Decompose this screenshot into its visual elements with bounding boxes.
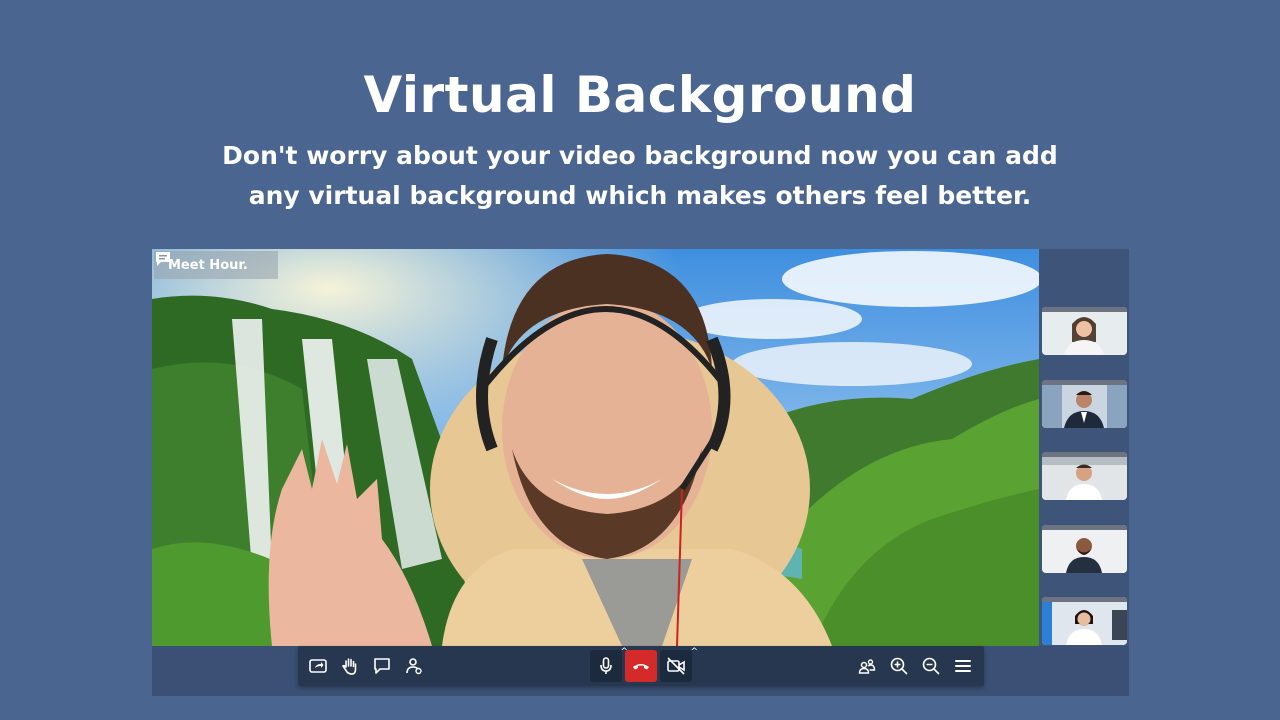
- meeting-window: Meet Hour. ^: [152, 249, 1129, 696]
- watermark-label: Meet Hour.: [168, 257, 248, 273]
- participant-avatar: [1042, 385, 1127, 428]
- camera-button[interactable]: ^: [660, 647, 698, 682]
- zoom-in-icon: [890, 657, 908, 675]
- zoom-out-icon: [922, 657, 940, 675]
- more-menu-button[interactable]: [947, 650, 979, 682]
- tile-view-icon: [858, 659, 876, 674]
- share-screen-icon: [309, 659, 327, 673]
- virtual-background-scene: [152, 249, 1039, 646]
- participant-avatar: [1042, 602, 1127, 645]
- page-subtitle: Don't worry about your video background …: [0, 136, 1280, 216]
- participants-icon: [406, 658, 422, 675]
- raise-hand-button[interactable]: [334, 650, 366, 682]
- participant-avatar: [1042, 530, 1127, 573]
- subtitle-line-2: any virtual background which makes other…: [248, 181, 1032, 210]
- camera-off-icon: [667, 657, 685, 675]
- participant-thumbnail-2[interactable]: [1042, 380, 1127, 428]
- subtitle-line-1: Don't worry about your video background …: [222, 141, 1058, 170]
- page-title: Virtual Background: [363, 66, 917, 124]
- participant-thumbnail-4[interactable]: [1042, 525, 1127, 573]
- chat-bubble-icon: [156, 252, 170, 266]
- participant-thumbnail-5[interactable]: [1042, 597, 1127, 645]
- participant-avatar: [1042, 457, 1127, 500]
- meeting-toolbar: ^ ^: [298, 646, 984, 686]
- toolbar-area: ^ ^: [152, 646, 1129, 696]
- microphone-icon: [600, 657, 612, 674]
- share-screen-button[interactable]: [302, 650, 334, 682]
- menu-icon: [955, 660, 971, 672]
- hangup-button[interactable]: [625, 650, 657, 682]
- main-video[interactable]: Meet Hour.: [152, 249, 1039, 646]
- participant-filmstrip: [1039, 249, 1129, 646]
- participant-thumbnail-3[interactable]: [1042, 452, 1127, 500]
- camera-options-caret[interactable]: ^: [690, 647, 698, 657]
- tile-view-button[interactable]: [851, 650, 883, 682]
- chat-icon: [374, 658, 390, 674]
- zoom-in-button[interactable]: [883, 650, 915, 682]
- participant-thumbnail-1[interactable]: [1042, 307, 1127, 355]
- microphone-button[interactable]: ^: [590, 647, 628, 682]
- participant-avatar: [1042, 312, 1127, 355]
- raise-hand-icon: [341, 658, 357, 675]
- chat-button[interactable]: [366, 650, 398, 682]
- hangup-icon: [633, 664, 649, 670]
- meet-hour-watermark: Meet Hour.: [154, 251, 278, 279]
- zoom-out-button[interactable]: [915, 650, 947, 682]
- participants-button[interactable]: [398, 650, 430, 682]
